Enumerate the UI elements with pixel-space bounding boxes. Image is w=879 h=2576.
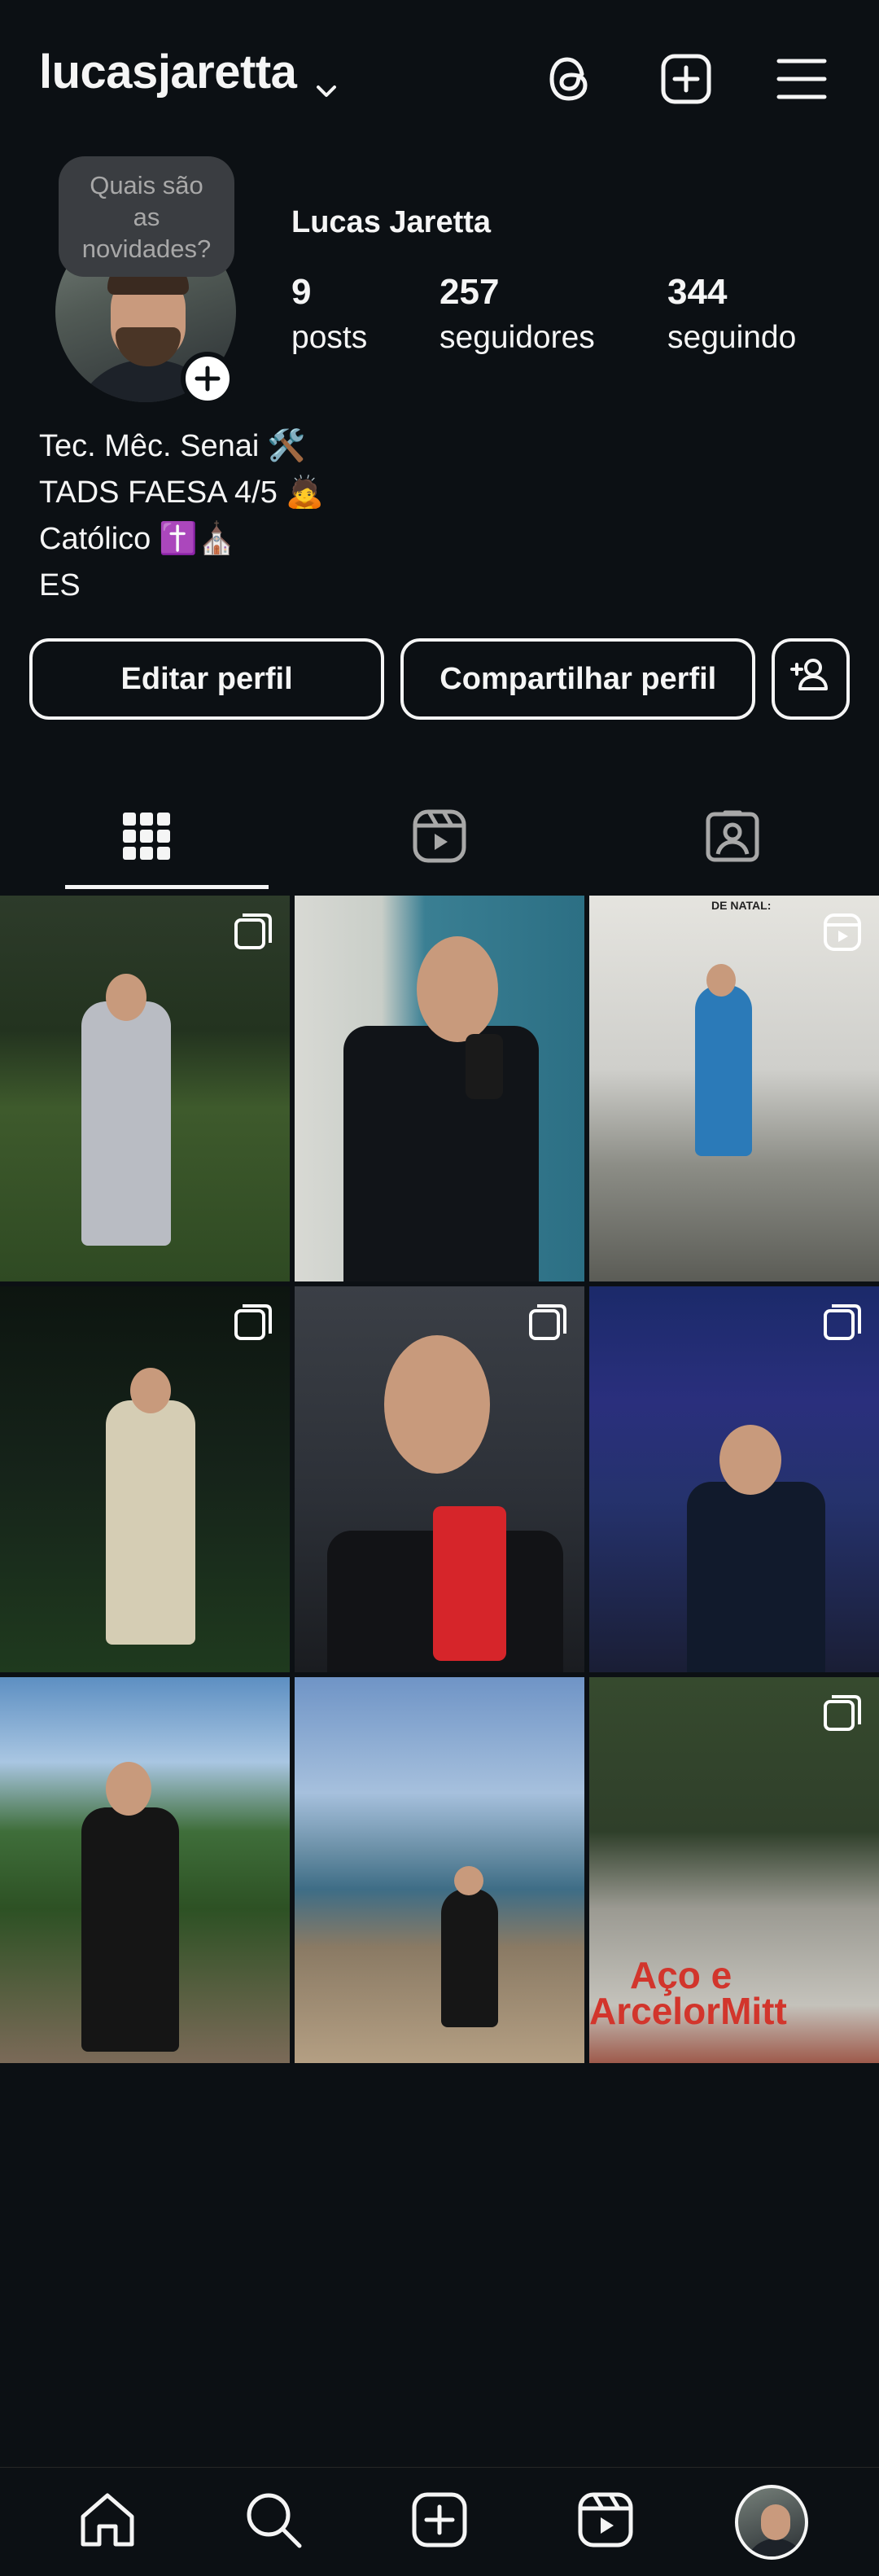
share-profile-button[interactable]: Compartilhar perfil	[400, 638, 756, 720]
reel-badge-icon	[824, 913, 861, 951]
avatar	[735, 2484, 808, 2560]
post-thumbnail[interactable]	[589, 1286, 879, 1672]
home-icon	[78, 2491, 137, 2553]
stat-following-value: 344	[667, 272, 728, 312]
profile-actions: Editar perfil Compartilhar perfil	[29, 638, 850, 720]
display-name: Lucas Jaretta	[291, 205, 492, 239]
edit-profile-button[interactable]: Editar perfil	[29, 638, 385, 720]
post-thumbnail[interactable]: Aço e ArcelorMitt	[589, 1677, 879, 2063]
nav-search[interactable]	[237, 2486, 310, 2559]
post-thumbnail[interactable]	[0, 896, 290, 1281]
tab-tagged[interactable]	[586, 783, 879, 892]
tab-reels[interactable]	[293, 783, 586, 892]
discover-people-button[interactable]	[772, 638, 850, 720]
bio-line: ES	[39, 568, 81, 602]
carousel-badge-icon	[234, 1304, 272, 1340]
carousel-badge-icon	[824, 1304, 861, 1340]
post-thumbnail[interactable]	[0, 1677, 290, 2063]
note-bubble[interactable]: Quais são as novidades?	[59, 156, 234, 277]
hamburger-menu-icon[interactable]	[765, 42, 838, 116]
stat-followers-label: seguidores	[440, 320, 595, 355]
post-thumbnail[interactable]	[295, 1286, 584, 1672]
bio-line: TADS FAESA 4/5 🙇	[39, 475, 325, 510]
stat-followers[interactable]: 257 seguidores	[440, 270, 595, 361]
stat-following[interactable]: 344 seguindo	[667, 270, 796, 361]
add-person-icon	[790, 655, 831, 703]
top-bar: lucasjaretta	[0, 0, 879, 155]
carousel-badge-icon	[824, 1695, 861, 1731]
tab-posts-grid[interactable]	[0, 783, 293, 892]
profile-tabs	[0, 783, 879, 892]
bio: Tec. Mêc. Senai 🛠️ TADS FAESA 4/5 🙇 Católi…	[39, 423, 324, 609]
stat-posts: 9 posts	[291, 270, 367, 361]
nav-create[interactable]	[403, 2486, 476, 2559]
bottom-navigation	[0, 2467, 879, 2576]
bio-line: Católico ✝️⛪	[39, 522, 236, 556]
stat-following-label: seguindo	[667, 320, 797, 355]
nav-home[interactable]	[71, 2486, 144, 2559]
plus-square-icon	[412, 2492, 467, 2552]
post-caption: DE NATAL:	[711, 899, 772, 912]
stat-posts-label: posts	[291, 320, 368, 355]
reels-icon	[578, 2492, 633, 2552]
grid-icon	[123, 812, 170, 864]
threads-icon[interactable]	[534, 42, 607, 116]
bio-line: Tec. Mêc. Senai 🛠️	[39, 429, 306, 463]
username-switcher[interactable]: lucasjaretta	[39, 45, 339, 99]
stat-posts-value: 9	[291, 272, 312, 312]
post-thumbnail[interactable]	[0, 1286, 290, 1672]
username: lucasjaretta	[39, 46, 297, 99]
reels-icon	[413, 809, 466, 867]
carousel-badge-icon	[529, 1304, 566, 1340]
create-post-icon[interactable]	[649, 42, 723, 116]
stat-followers-value: 257	[440, 272, 500, 312]
post-thumbnail[interactable]: DE NATAL:	[589, 896, 879, 1281]
search-icon	[244, 2491, 303, 2553]
nav-reels[interactable]	[569, 2486, 642, 2559]
nav-profile[interactable]	[735, 2484, 808, 2560]
tagged-icon	[706, 809, 759, 867]
post-thumbnail[interactable]	[295, 1677, 584, 2063]
post-sign-text: Aço e ArcelorMitt	[589, 1954, 787, 2032]
post-thumbnail[interactable]	[295, 896, 584, 1281]
posts-grid: DE NATAL: Aço e ArcelorMitt	[0, 896, 879, 2063]
chevron-down-icon	[314, 60, 339, 97]
carousel-badge-icon	[234, 913, 272, 949]
add-story-icon[interactable]	[181, 352, 234, 405]
note-text: Quais são as novidades?	[81, 170, 212, 263]
